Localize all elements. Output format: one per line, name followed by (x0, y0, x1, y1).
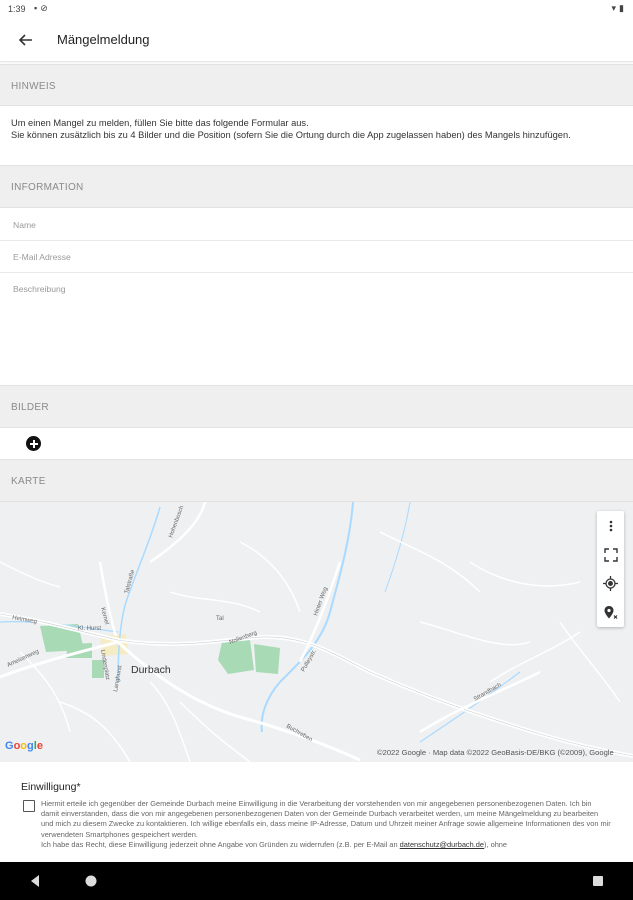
map-canvas: Hohenbosch Heimweg Talstraße Kernel Lind… (0, 502, 633, 762)
add-image-icon[interactable] (26, 436, 41, 451)
consent-paragraph: Ich habe das Recht, diese Einwilligung j… (41, 840, 611, 850)
nav-recents-icon[interactable] (589, 872, 607, 890)
battery-icon: ▮ (619, 3, 627, 13)
map-controls (597, 511, 624, 627)
wifi-icon: ▾ (611, 3, 620, 13)
system-nav-bar (0, 862, 633, 900)
street-label: Talstraße (124, 568, 136, 594)
section-header-images: BILDER (0, 385, 633, 428)
section-header-hint: HINWEIS (0, 64, 633, 106)
consent-revoke-suffix: ), ohne (484, 839, 508, 849)
section-header-label: INFORMATION (11, 182, 84, 193)
privacy-email-link[interactable]: datenschutz@durbach.de (400, 840, 484, 849)
street-label: Tal (216, 616, 224, 622)
consent-text: Hiermit erteile ich gegenüber der Gemein… (41, 799, 611, 850)
status-time: 1:39 (8, 4, 26, 14)
stream-line (419, 671, 521, 743)
system-icons: ▾▮ (612, 3, 627, 14)
map-attribution: ©2022 Google · Map data ©2022 GeoBasis-D… (377, 748, 614, 757)
road (419, 670, 541, 734)
street-label: Langhurst (113, 665, 124, 693)
description-field (0, 273, 633, 384)
email-input[interactable] (13, 252, 613, 262)
hint-text: Um einen Mangel zu melden, füllen Sie bi… (11, 117, 611, 142)
app-bar: Mängelmeldung (0, 18, 633, 62)
my-location-icon[interactable] (597, 569, 624, 598)
street-label: Kl. Hurst (78, 626, 101, 632)
section-header-label: KARTE (11, 476, 46, 487)
consent-paragraph: Hiermit erteile ich gegenüber der Gemein… (41, 799, 611, 839)
more-icon[interactable] (597, 511, 624, 540)
stream-line (384, 502, 411, 593)
stream-line (117, 506, 161, 683)
fullscreen-icon[interactable] (597, 540, 624, 569)
consent-checkbox[interactable] (23, 800, 35, 812)
back-arrow-icon[interactable] (16, 30, 36, 50)
street-label: Hohenbosch (168, 505, 185, 539)
nav-home-icon[interactable] (82, 872, 100, 890)
section-header-map: KARTE (0, 459, 633, 502)
consent-title: Einwilligung* (21, 781, 81, 793)
road (98, 561, 118, 637)
name-input[interactable] (13, 220, 613, 230)
google-logo: Google (5, 740, 43, 752)
email-field (0, 241, 633, 273)
nav-back-icon[interactable] (26, 872, 44, 890)
section-header-information: INFORMATION (0, 165, 633, 208)
pin-icon[interactable] (597, 598, 624, 627)
park-area (254, 644, 280, 674)
hint-line: Sie können zusätzlich bis zu 4 Bilder un… (11, 130, 571, 141)
river-line (260, 502, 354, 733)
street-label: Kernel (99, 607, 109, 625)
hint-line: Um einen Mangel zu melden, füllen Sie bi… (11, 118, 309, 128)
no-sim-icon: ⊘ (40, 3, 51, 13)
town-label: Durbach (131, 664, 171, 676)
section-header-label: BILDER (11, 402, 49, 413)
consent-revoke-text: Ich habe das Recht, diese Einwilligung j… (41, 839, 398, 849)
name-field (0, 209, 633, 241)
minor-roads (0, 531, 621, 762)
section-header-label: HINWEIS (11, 81, 56, 92)
map-view[interactable]: Hohenbosch Heimweg Talstraße Kernel Lind… (0, 502, 633, 762)
street-label: Heimweg (12, 615, 38, 625)
main-road (0, 612, 633, 758)
status-bar: 1:39 ▪⊘ ▾▮ (0, 0, 633, 18)
notification-icons: ▪⊘ (34, 3, 51, 14)
description-input[interactable] (13, 273, 613, 383)
page-title: Mängelmeldung (57, 32, 150, 47)
park-area (218, 640, 254, 674)
